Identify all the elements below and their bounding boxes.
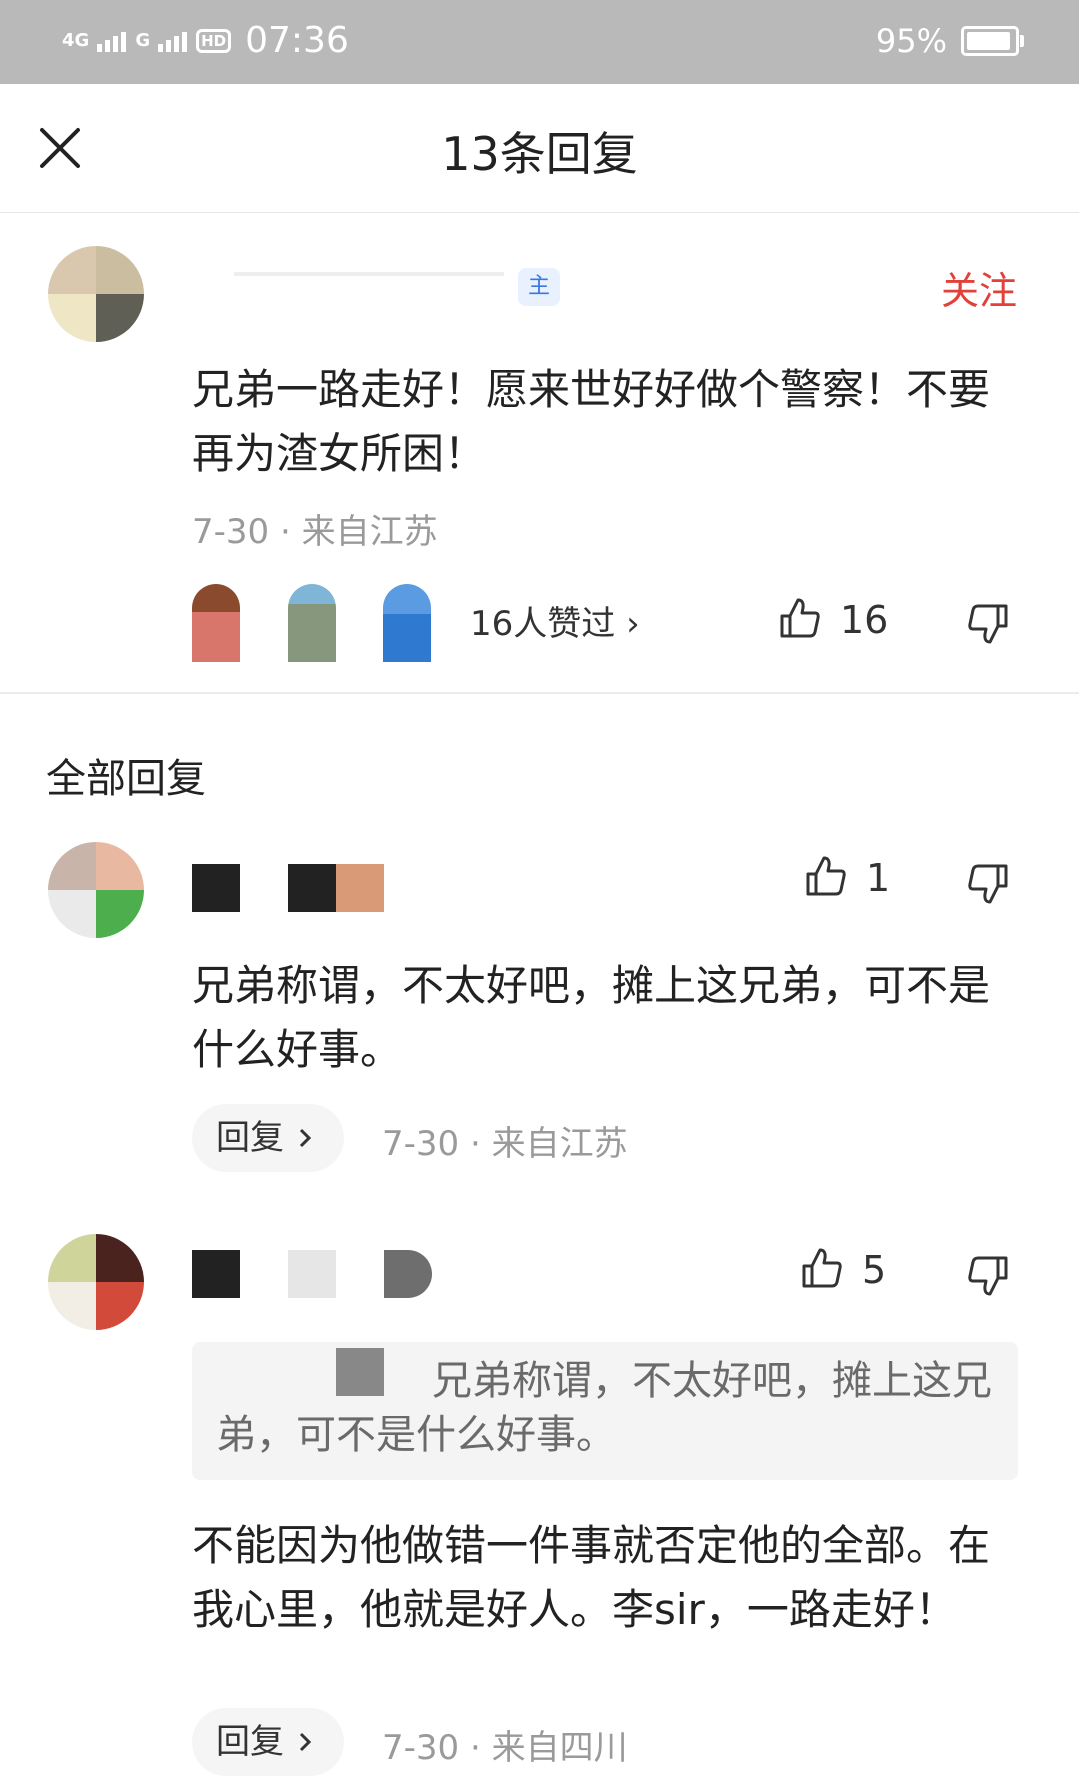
thumbs-up-icon[interactable] — [778, 596, 822, 640]
liker-avatar[interactable] — [288, 584, 336, 662]
thumbs-up-icon[interactable] — [800, 1246, 844, 1290]
like-count: 5 — [862, 1248, 887, 1292]
reply-meta: 7-30 · 来自江苏 — [382, 1124, 628, 1164]
battery-fill — [967, 32, 1011, 50]
status-time: 07:36 — [245, 20, 349, 61]
network-g-indicator: G — [135, 29, 151, 51]
replies-sheet: 13条回复 主 关注 兄弟一路走好！愿来世好好做个警察！不要再为渣女所困！ 7-… — [0, 84, 1079, 1776]
signal-icon — [97, 20, 127, 61]
thumbs-down-icon[interactable] — [966, 862, 1010, 906]
chevron-right-icon — [299, 1732, 312, 1752]
hd-badge: HD — [196, 28, 232, 53]
reply-text: 不能因为他做错一件事就否定他的全部。在我心里，他就是好人。李sir，一路走好！ — [192, 1521, 991, 1634]
chevron-right-icon — [299, 1128, 312, 1148]
username-redacted[interactable] — [192, 252, 522, 298]
username-redacted[interactable] — [192, 864, 384, 912]
status-left: 4G G HD 07:36 — [62, 20, 349, 61]
thumbs-up-icon[interactable] — [804, 854, 848, 898]
thumbs-down-icon[interactable] — [966, 1254, 1010, 1298]
page-title: 13条回复 — [441, 127, 638, 181]
quoted-text: 兄弟称谓，不太好吧，摊上这兄弟，可不是什么好事。 — [216, 1358, 992, 1458]
likers-summary-link[interactable]: 16人赞过 › — [470, 596, 640, 645]
follow-button[interactable]: 关注 — [941, 260, 1017, 315]
reply-button-label: 回复 — [216, 1118, 284, 1158]
battery-percent: 95% — [875, 22, 947, 60]
reply-button-label: 回复 — [216, 1722, 284, 1762]
sheet-header: 13条回复 — [0, 84, 1079, 213]
reply-button[interactable]: 回复 — [192, 1104, 344, 1172]
reply-text: 兄弟称谓，不太好吧，摊上这兄弟，可不是什么好事。 — [192, 961, 991, 1074]
status-bar: 4G G HD 07:36 95% — [0, 0, 1079, 84]
thumbs-down-icon[interactable] — [966, 602, 1010, 646]
signal-icon-2 — [158, 20, 188, 61]
comment-meta: 7-30 · 来自江苏 — [192, 512, 438, 552]
status-right: 95% — [875, 22, 1024, 60]
reply-button[interactable]: 回复 — [192, 1708, 344, 1776]
battery-icon — [961, 26, 1024, 56]
network-4g-indicator: 4G — [62, 29, 90, 51]
liker-avatar[interactable] — [383, 584, 431, 662]
like-count: 16 — [840, 598, 889, 642]
section-title: 全部回复 — [46, 756, 206, 802]
comment-text: 兄弟一路走好！愿来世好好做个警察！不要再为渣女所困！ — [192, 365, 991, 478]
avatar[interactable] — [48, 246, 144, 342]
avatar[interactable] — [48, 1234, 144, 1330]
username-redacted[interactable] — [192, 1250, 432, 1298]
divider — [0, 692, 1079, 694]
liker-avatar[interactable] — [192, 584, 240, 662]
quoted-reply[interactable]: 兄弟称谓，不太好吧，摊上这兄弟，可不是什么好事。 — [192, 1342, 1018, 1480]
like-count: 1 — [866, 856, 891, 900]
owner-badge: 主 — [518, 268, 560, 306]
reply-meta: 7-30 · 来自四川 — [382, 1728, 628, 1768]
avatar[interactable] — [48, 842, 144, 938]
